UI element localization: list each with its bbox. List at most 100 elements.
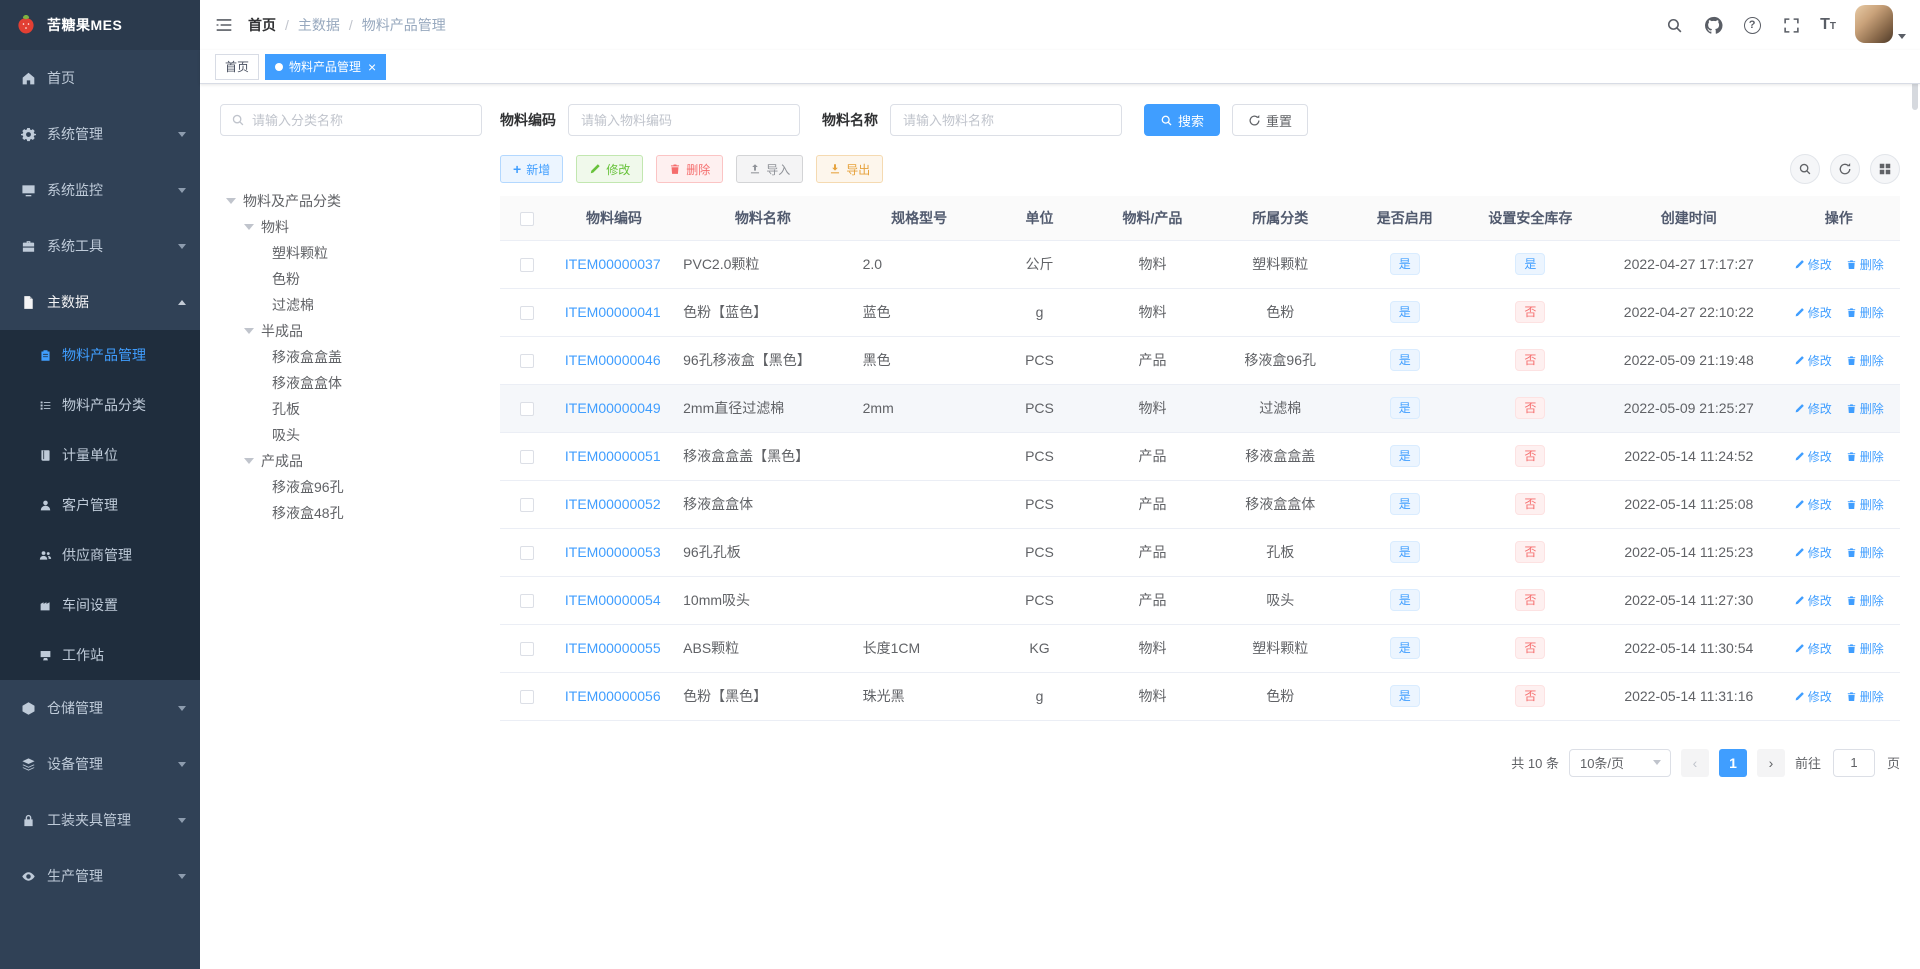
hamburger-icon[interactable]	[200, 0, 248, 50]
column-header-category[interactable]: 所属分类	[1211, 196, 1349, 241]
caret-down-icon[interactable]	[244, 458, 254, 464]
material-code-link[interactable]: ITEM00000053	[565, 544, 661, 560]
sidebar-item-warehouse-mgmt[interactable]: 仓储管理	[0, 680, 200, 736]
table-row[interactable]: ITEM00000055 ABS颗粒 长度1CM KG 物料 塑料颗粒 是 否 …	[500, 624, 1900, 673]
column-header-spec[interactable]: 规格型号	[852, 196, 986, 241]
reset-button[interactable]: 重置	[1232, 104, 1309, 136]
tree-node-root[interactable]: 物料及产品分类	[220, 188, 482, 214]
next-page-button[interactable]: ›	[1756, 748, 1785, 777]
table-row[interactable]: ITEM00000052 移液盒盒体 PCS 产品 移液盒盒体 是 否 2022…	[500, 480, 1900, 529]
sidebar-item-master-data[interactable]: 主数据	[0, 274, 200, 330]
edit-row-button[interactable]: 修改	[1794, 592, 1832, 609]
tree-node-group[interactable]: 半成品	[220, 318, 482, 344]
table-row[interactable]: ITEM00000053 96孔孔板 PCS 产品 孔板 是 否 2022-05…	[500, 528, 1900, 577]
caret-down-icon[interactable]	[244, 328, 254, 334]
delete-row-button[interactable]: 删除	[1846, 304, 1884, 321]
avatar[interactable]	[1855, 5, 1893, 43]
prev-page-button[interactable]: ‹	[1680, 748, 1709, 777]
table-row[interactable]: ITEM00000041 色粉【蓝色】 蓝色 g 物料 色粉 是 否 2022-…	[500, 288, 1900, 337]
column-header-enabled[interactable]: 是否启用	[1348, 196, 1461, 241]
select-all-checkbox[interactable]	[520, 211, 535, 226]
refresh-button[interactable]	[1830, 154, 1860, 184]
edit-row-button[interactable]: 修改	[1794, 496, 1832, 513]
material-code-input[interactable]	[568, 104, 800, 136]
github-icon[interactable]	[1703, 15, 1723, 35]
caret-down-icon[interactable]	[244, 224, 254, 230]
row-checkbox[interactable]	[520, 258, 535, 273]
caret-down-icon[interactable]	[226, 198, 236, 204]
material-code-link[interactable]: ITEM00000046	[565, 352, 661, 368]
sidebar-item-device-mgmt[interactable]: 设备管理	[0, 736, 200, 792]
material-code-link[interactable]: ITEM00000054	[565, 592, 661, 608]
page-size-select[interactable]: 10条/页	[1568, 748, 1671, 777]
row-checkbox[interactable]	[520, 642, 535, 657]
delete-row-button[interactable]: 删除	[1846, 640, 1884, 657]
sidebar-item-material-product-mgmt[interactable]: 物料产品管理	[0, 330, 200, 380]
tree-node-leaf[interactable]: 孔板	[220, 396, 482, 422]
toggle-search-button[interactable]	[1790, 154, 1820, 184]
table-row[interactable]: ITEM00000037 PVC2.0颗粒 2.0 公斤 物料 塑料颗粒 是 是…	[500, 240, 1900, 289]
material-code-link[interactable]: ITEM00000056	[565, 688, 661, 704]
column-header-created[interactable]: 创建时间	[1600, 196, 1778, 241]
delete-row-button[interactable]: 删除	[1846, 688, 1884, 705]
column-header-code[interactable]: 物料编码	[554, 196, 674, 241]
sidebar-item-fixture-mgmt[interactable]: 工装夹具管理	[0, 792, 200, 848]
delete-row-button[interactable]: 删除	[1846, 592, 1884, 609]
sidebar-item-system-monitor[interactable]: 系统监控	[0, 162, 200, 218]
add-button[interactable]: + 新增	[500, 155, 564, 183]
fullscreen-icon[interactable]	[1781, 15, 1801, 35]
material-code-link[interactable]: ITEM00000041	[565, 304, 661, 320]
delete-row-button[interactable]: 删除	[1846, 448, 1884, 465]
row-checkbox[interactable]	[520, 594, 535, 609]
edit-row-button[interactable]: 修改	[1794, 448, 1832, 465]
tab-home[interactable]: 首页	[215, 53, 260, 80]
sidebar-item-supplier-mgmt[interactable]: 供应商管理	[0, 530, 200, 580]
material-code-link[interactable]: ITEM00000052	[565, 496, 661, 512]
edit-row-button[interactable]: 修改	[1794, 304, 1832, 321]
sidebar-item-system-mgmt[interactable]: 系统管理	[0, 106, 200, 162]
tab-material-product-mgmt[interactable]: 物料产品管理 ×	[265, 53, 387, 80]
sidebar-item-customer-mgmt[interactable]: 客户管理	[0, 480, 200, 530]
goto-page-input[interactable]	[1832, 748, 1875, 777]
table-row[interactable]: ITEM00000051 移液盒盒盖【黑色】 PCS 产品 移液盒盒盖 是 否 …	[500, 432, 1900, 481]
user-menu[interactable]	[1855, 5, 1906, 45]
sidebar-item-production-mgmt[interactable]: 生产管理	[0, 848, 200, 904]
material-code-link[interactable]: ITEM00000037	[565, 256, 661, 272]
app-logo[interactable]: 苦糖果MES	[0, 0, 200, 50]
row-checkbox[interactable]	[520, 306, 535, 321]
page-number-button[interactable]: 1	[1718, 748, 1747, 777]
tree-node-leaf[interactable]: 塑料颗粒	[220, 240, 482, 266]
tree-node-leaf[interactable]: 色粉	[220, 266, 482, 292]
material-code-link[interactable]: ITEM00000055	[565, 640, 661, 656]
table-row[interactable]: ITEM00000054 10mm吸头 PCS 产品 吸头 是 否 2022-0…	[500, 576, 1900, 625]
import-button[interactable]: 导入	[736, 155, 804, 183]
columns-button[interactable]	[1870, 154, 1900, 184]
material-name-input[interactable]	[890, 104, 1122, 136]
delete-button[interactable]: 删除	[656, 155, 724, 183]
table-row[interactable]: ITEM00000046 96孔移液盒【黑色】 黑色 PCS 产品 移液盒96孔…	[500, 336, 1900, 385]
sidebar-item-measure-unit[interactable]: 计量单位	[0, 430, 200, 480]
delete-row-button[interactable]: 删除	[1846, 352, 1884, 369]
edit-row-button[interactable]: 修改	[1794, 400, 1832, 417]
row-checkbox[interactable]	[520, 450, 535, 465]
sidebar-item-workshop-settings[interactable]: 车间设置	[0, 580, 200, 630]
sidebar-item-workstation[interactable]: 工作站	[0, 630, 200, 680]
export-button[interactable]: 导出	[816, 155, 884, 183]
tree-node-leaf[interactable]: 移液盒盒体	[220, 370, 482, 396]
row-checkbox[interactable]	[520, 690, 535, 705]
help-icon[interactable]: ?	[1742, 15, 1762, 35]
tree-node-leaf[interactable]: 过滤棉	[220, 292, 482, 318]
edit-button[interactable]: 修改	[576, 155, 644, 183]
column-header-unit[interactable]: 单位	[985, 196, 1094, 241]
delete-row-button[interactable]: 删除	[1846, 496, 1884, 513]
tree-node-leaf[interactable]: 移液盒盒盖	[220, 344, 482, 370]
sidebar-item-system-tools[interactable]: 系统工具	[0, 218, 200, 274]
material-code-link[interactable]: ITEM00000049	[565, 400, 661, 416]
delete-row-button[interactable]: 删除	[1846, 544, 1884, 561]
table-row[interactable]: ITEM00000056 色粉【黑色】 珠光黑 g 物料 色粉 是 否 2022…	[500, 672, 1900, 721]
row-checkbox[interactable]	[520, 498, 535, 513]
search-icon[interactable]	[1664, 15, 1684, 35]
tree-node-leaf[interactable]: 吸头	[220, 422, 482, 448]
row-checkbox[interactable]	[520, 354, 535, 369]
row-checkbox[interactable]	[520, 402, 535, 417]
